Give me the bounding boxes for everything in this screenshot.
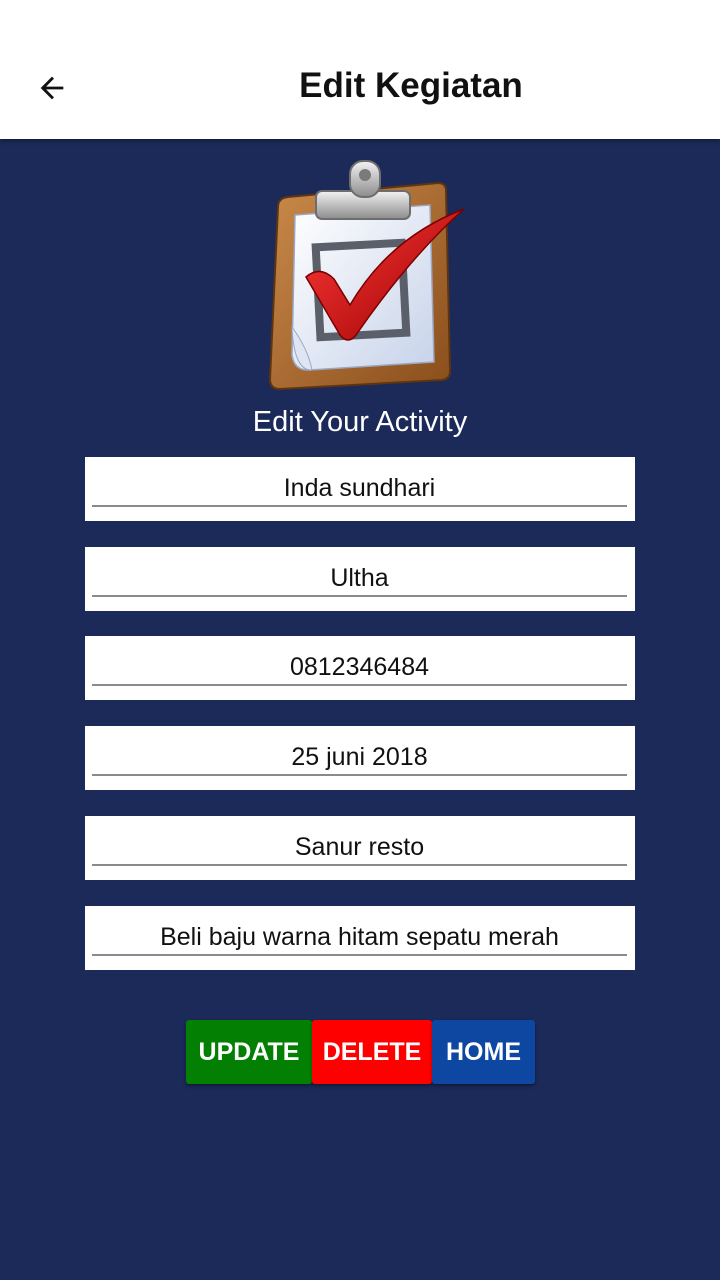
delete-button[interactable]: DELETE [312,1020,432,1084]
clipboard-checkmark-icon [268,160,465,391]
name-field [85,457,635,521]
activity-field [85,906,635,970]
contact-input[interactable] [92,561,627,597]
contact-field [85,547,635,611]
location-input[interactable] [92,830,627,866]
date-input[interactable] [92,740,627,776]
activity-input[interactable] [92,920,627,956]
name-input[interactable] [92,471,627,507]
app-bar: Edit Kegiatan [0,0,720,139]
update-button[interactable]: UPDATE [186,1020,312,1084]
main-content: Edit Your Activity UPDATE DELETE HOME [0,139,720,1280]
phone-input[interactable] [92,650,627,686]
phone-field [85,636,635,700]
location-field [85,816,635,880]
form-subtitle: Edit Your Activity [252,406,468,438]
home-button[interactable]: HOME [432,1020,535,1084]
page-title: Edit Kegiatan [299,66,523,105]
action-buttons: UPDATE DELETE HOME [186,1020,535,1084]
date-field [85,726,635,790]
